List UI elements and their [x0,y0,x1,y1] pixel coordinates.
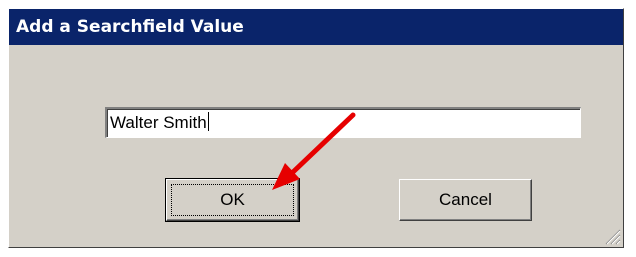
resize-grip-icon[interactable] [603,227,621,245]
searchfield-value-input[interactable]: Walter Smith [105,107,581,138]
text-caret [207,112,209,131]
search-value-dialog: Add a Searchfield Value Walter Smith OK … [8,8,624,248]
focus-rectangle [171,184,294,216]
ok-button[interactable]: OK [165,178,300,222]
cancel-button[interactable]: Cancel [399,179,532,221]
cancel-button-label: Cancel [439,190,492,209]
input-value-text: Walter Smith [110,113,207,132]
dialog-title: Add a Searchfield Value [9,9,623,45]
